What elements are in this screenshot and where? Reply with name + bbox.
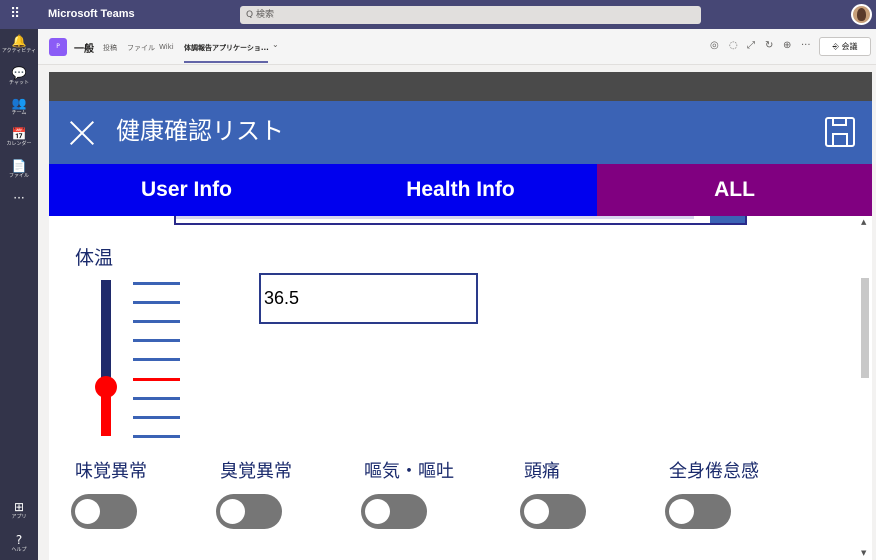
section-tabs: User Info Health Info ALL	[49, 164, 872, 216]
chat-icon: 💬	[11, 66, 27, 80]
scale-tick	[133, 435, 180, 438]
close-icon[interactable]	[67, 117, 97, 147]
toggle-fatigue[interactable]	[665, 494, 731, 529]
teams-icon: 👥	[11, 96, 27, 110]
rail-label: アクティビティ	[1, 48, 37, 54]
page-title: 健康確認リスト	[116, 117, 284, 145]
scale-tick	[133, 282, 180, 285]
rail-item-chat[interactable]: 💬 チャット	[0, 67, 38, 87]
rail-item-more[interactable]: ···	[0, 192, 38, 205]
team-avatar: P	[49, 38, 67, 56]
form-content: 体温 36.5 味覚異常 臭覚異常 嘔気・嘔吐 頭痛 全身倦怠感	[49, 216, 872, 560]
chevron-down-icon[interactable]: ⌄	[272, 40, 279, 49]
field-fill	[176, 216, 694, 219]
more-icon: ···	[13, 191, 25, 205]
scrolled-field[interactable]	[174, 216, 747, 225]
left-rail: 🔔 アクティビティ 💬 チャット 👥 チーム 📅 カレンダー 📄 ファイル ··…	[0, 29, 38, 560]
tab-health-info[interactable]: Health Info	[324, 164, 597, 216]
globe-icon[interactable]: ⊕	[783, 40, 791, 51]
rail-label: ヘルプ	[11, 547, 27, 553]
tab-health-app[interactable]: 体調報告アプリケーショ...	[184, 43, 269, 53]
rail-label: アプリ	[11, 514, 27, 520]
save-icon-label	[832, 133, 848, 145]
vertical-scrollbar[interactable]: ▲ ▼	[857, 216, 872, 560]
temperature-label: 体温	[75, 247, 114, 269]
app-title-bar: 健康確認リスト	[49, 101, 872, 164]
rail-item-teams[interactable]: 👥 チーム	[0, 97, 38, 117]
rail-item-files[interactable]: 📄 ファイル	[0, 160, 38, 180]
calendar-icon: 📅	[11, 127, 27, 141]
symptom-label-nausea: 嘔気・嘔吐	[364, 461, 454, 482]
app-title: Microsoft Teams	[48, 8, 135, 20]
scale-tick-current	[133, 378, 180, 381]
rail-label: チャット	[9, 80, 29, 86]
symptom-label-taste: 味覚異常	[75, 461, 147, 482]
chat-bubble-icon[interactable]: ◎	[710, 40, 719, 51]
apps-icon: ⊞	[13, 500, 25, 514]
temperature-input[interactable]: 36.5	[259, 273, 478, 324]
rail-item-help[interactable]: ? ヘルプ	[0, 534, 38, 554]
toggle-taste[interactable]	[71, 494, 137, 529]
scroll-thumb[interactable]	[861, 278, 869, 378]
scroll-up-icon[interactable]: ▲	[861, 218, 866, 226]
toggle-headache[interactable]	[520, 494, 586, 529]
more-options-icon[interactable]: ···	[801, 40, 811, 51]
channel-header: P 一般 投稿 ファイル Wiki 体調報告アプリケーショ... ⌄ ◎ ◌ ⤢…	[38, 29, 876, 65]
rail-item-apps[interactable]: ⊞ アプリ	[0, 501, 38, 521]
scale-tick	[133, 339, 180, 342]
rail-label: チーム	[11, 110, 27, 116]
field-button[interactable]	[710, 216, 745, 223]
channel-name: 一般	[74, 44, 94, 55]
toggle-smell[interactable]	[216, 494, 282, 529]
active-tab-indicator	[184, 61, 268, 63]
refresh-icon[interactable]: ↻	[765, 40, 773, 51]
meet-label: 会議	[841, 42, 858, 51]
symptom-label-fatigue: 全身倦怠感	[669, 461, 759, 482]
scale-tick	[133, 301, 180, 304]
tab-posts[interactable]: 投稿	[103, 43, 117, 53]
expand-icon[interactable]: ⤢	[747, 40, 755, 51]
scale-tick	[133, 358, 180, 361]
symptom-label-smell: 臭覚異常	[220, 461, 292, 482]
scroll-down-icon[interactable]: ▼	[861, 549, 866, 557]
tab-user-info[interactable]: User Info	[49, 164, 324, 216]
symptom-label-headache: 頭痛	[524, 461, 560, 482]
search-input[interactable]: Q 検索	[240, 6, 701, 24]
tab-wiki[interactable]: Wiki	[159, 43, 174, 51]
user-avatar[interactable]	[851, 4, 872, 25]
rail-item-activity[interactable]: 🔔 アクティビティ	[0, 35, 38, 55]
save-icon-shutter	[832, 117, 847, 126]
bell-icon: 🔔	[11, 34, 27, 48]
save-icon[interactable]	[825, 117, 855, 147]
rail-label: ファイル	[8, 173, 29, 179]
tab-files[interactable]: ファイル	[127, 43, 155, 53]
rail-item-calendar[interactable]: 📅 カレンダー	[0, 128, 38, 148]
meet-button[interactable]: ⎆ 会議	[819, 37, 871, 56]
app-top-strip	[49, 72, 872, 101]
tab-all[interactable]: ALL	[597, 164, 872, 216]
scale-tick	[133, 320, 180, 323]
rail-label: カレンダー	[6, 141, 32, 147]
scale-tick	[133, 416, 180, 419]
help-icon: ?	[15, 533, 23, 547]
teams-top-bar: ⠿ Microsoft Teams Q 検索	[0, 0, 876, 29]
scale-tick	[133, 397, 180, 400]
toggle-nausea[interactable]	[361, 494, 427, 529]
temperature-slider-handle[interactable]	[95, 376, 117, 398]
conversation-icon[interactable]: ◌	[729, 40, 738, 51]
file-icon: 📄	[11, 159, 27, 173]
app-launcher-icon[interactable]: ⠿	[10, 7, 24, 21]
